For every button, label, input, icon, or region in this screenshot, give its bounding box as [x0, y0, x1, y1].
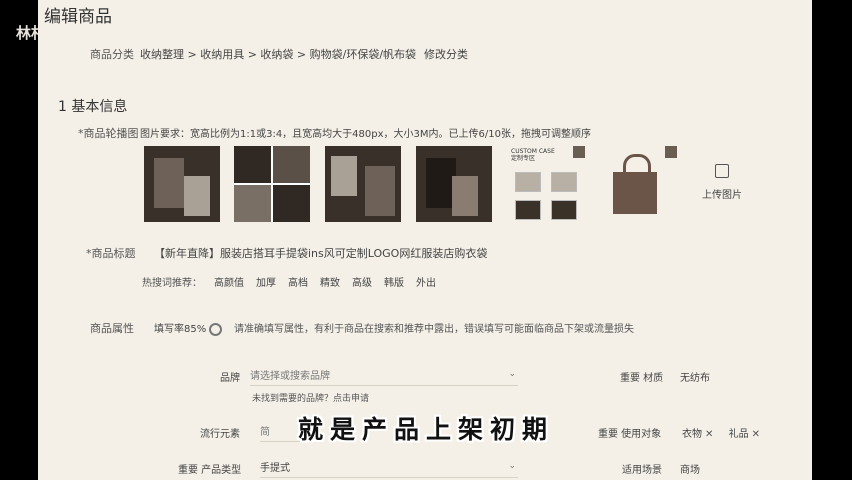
upload-image-label: 上传图片: [702, 190, 742, 201]
edit-product-page: 编辑商品 商品分类 收纳整理 > 收纳用具 > 收纳袋 > 购物袋/环保袋/帆布…: [38, 0, 812, 480]
page-title: 编辑商品: [44, 7, 112, 27]
scene-value[interactable]: 商场: [680, 461, 700, 476]
hot-tag[interactable]: 外出: [416, 278, 436, 289]
chevron-down-icon: ⌄: [508, 369, 516, 379]
image-requirement: 图片要求：宽高比例为1:1或3:4，且宽高均大于480px，大小3M内。已上传6…: [140, 129, 591, 140]
progress-ring-icon: [209, 322, 223, 336]
section-basic-info: 1 基本信息: [58, 99, 128, 115]
product-title-label: *商品标题: [86, 247, 136, 260]
attributes-hint: 请准确填写属性，有利于商品在搜索和推荐中露出，错误填写可能面临商品下架或流量损失: [234, 324, 634, 335]
product-image-5[interactable]: CUSTOM CASE 定制专区: [511, 146, 587, 222]
apply-brand-link[interactable]: 未找到需要的品牌？点击申请: [252, 391, 369, 404]
fill-rate: 填写率85%: [154, 320, 223, 336]
product-image-6[interactable]: [603, 146, 679, 222]
hot-tag[interactable]: 高级: [352, 278, 372, 289]
delete-image-icon[interactable]: [573, 146, 585, 158]
hot-search-row: 热搜词推荐： 高颜值 加厚 高档 精致 高级 韩版 外出: [142, 274, 436, 289]
product-image-4[interactable]: [416, 146, 492, 222]
custom-case-text: CUSTOM CASE 定制专区: [511, 148, 555, 162]
edit-category-link[interactable]: 修改分类: [424, 48, 468, 61]
type-label: 重要 产品类型: [178, 465, 242, 476]
brand-label: 品牌: [220, 373, 240, 384]
category-label: 商品分类: [90, 48, 134, 61]
carousel-label: *商品轮播图: [78, 127, 139, 140]
image-upload-icon: [715, 164, 729, 178]
product-image-1[interactable]: [144, 146, 220, 222]
delete-image-icon[interactable]: [665, 146, 677, 158]
hot-tag[interactable]: 韩版: [384, 278, 404, 289]
hot-tag[interactable]: 高档: [288, 278, 308, 289]
brand-select[interactable]: 请选择或搜索品牌 ⌄: [250, 367, 518, 386]
product-title-input[interactable]: 【新年直降】服装店搭耳手提袋ins风可定制LOGO网红服装店购衣袋: [154, 245, 487, 261]
video-subtitle: 就是产品上架初期: [297, 415, 554, 444]
upload-image-button[interactable]: 上传图片: [698, 162, 746, 201]
hot-tag[interactable]: 高颜值: [214, 278, 244, 289]
sidebar-user-name: 林村: [16, 24, 38, 42]
fill-rate-text: 填写率85%: [154, 324, 207, 335]
type-select[interactable]: 手提式 ⌄: [260, 459, 518, 478]
type-value: 手提式: [260, 463, 290, 474]
category-breadcrumb: 收纳整理 > 收纳用具 > 收纳袋 > 购物袋/环保袋/帆布袋 修改分类: [140, 46, 468, 62]
product-image-3[interactable]: [325, 146, 401, 222]
product-image-2[interactable]: [234, 146, 310, 222]
category-path: 收纳整理 > 收纳用具 > 收纳袋 > 购物袋/环保袋/帆布袋: [140, 48, 417, 61]
hot-search-label: 热搜词推荐：: [142, 278, 202, 289]
scene-label: 适用场景: [622, 465, 662, 476]
brand-placeholder: 请选择或搜索品牌: [250, 371, 330, 382]
material-label: 重要 材质: [620, 373, 664, 384]
hot-tag[interactable]: 加厚: [256, 278, 276, 289]
hot-tag[interactable]: 精致: [320, 278, 340, 289]
attributes-label: 商品属性: [90, 322, 134, 335]
chevron-down-icon: ⌄: [508, 461, 516, 471]
material-value[interactable]: 无纺布: [680, 369, 710, 384]
